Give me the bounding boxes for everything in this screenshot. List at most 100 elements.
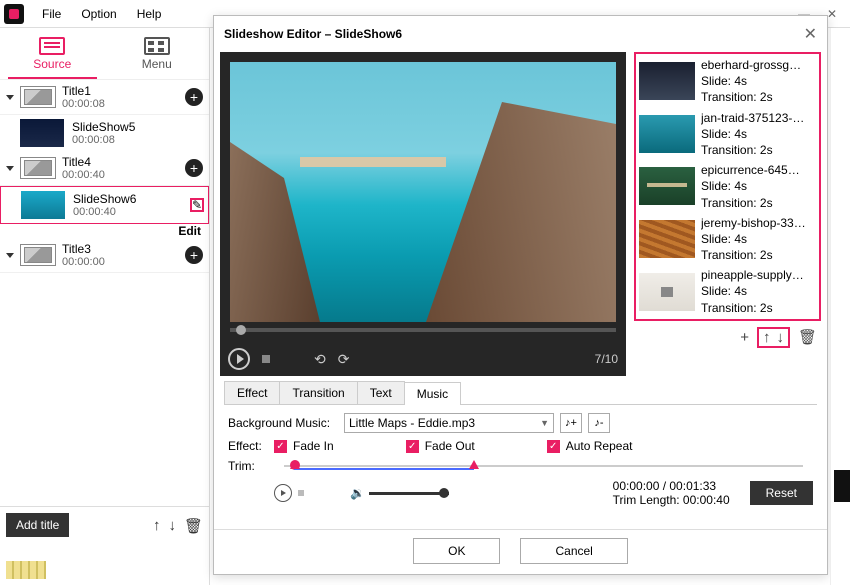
title-item[interactable]: Title1 00:00:08 + <box>0 80 209 115</box>
slide-filename: jan-traid-375123-u... <box>701 110 806 126</box>
add-title-button[interactable]: Add title <box>6 513 69 537</box>
stop-button[interactable] <box>262 355 270 363</box>
bg-music-label: Background Music: <box>228 416 338 430</box>
auto-repeat-label: Auto Repeat <box>566 439 633 453</box>
chevron-down-icon: ▼ <box>540 418 549 428</box>
menu-file[interactable]: File <box>32 3 71 25</box>
move-down-icon[interactable]: ↓ <box>168 517 176 535</box>
title-item[interactable]: Title3 00:00:00 + <box>0 238 209 273</box>
source-icon <box>39 37 65 55</box>
volume-slider[interactable] <box>369 492 449 495</box>
slide-row[interactable]: jan-traid-375123-u... Slide: 4s Transiti… <box>637 108 818 161</box>
remove-music-icon[interactable]: ♪- <box>588 413 610 433</box>
slide-duration: Slide: 4s <box>701 73 806 89</box>
slide-thumb <box>639 115 695 153</box>
close-icon[interactable]: ✕ <box>804 24 817 44</box>
slideshow-editor-dialog: Slideshow Editor – SlideShow6 ✕ ⟲ ⟳ 7/10 <box>213 15 828 575</box>
fade-out-checkbox[interactable] <box>406 440 419 453</box>
slide-duration: Slide: 4s <box>701 231 806 247</box>
player-controls: ⟲ ⟳ 7/10 <box>220 342 626 376</box>
bg-music-value: Little Maps - Eddie.mp3 <box>349 416 475 430</box>
title-time: 00:00:40 <box>62 169 179 181</box>
rotate-left-icon[interactable]: ⟲ <box>314 351 326 368</box>
slide-name: SlideShow5 <box>72 120 205 134</box>
slide-time: 00:00:40 <box>73 206 182 218</box>
ok-button[interactable]: OK <box>413 538 500 564</box>
move-up-icon[interactable]: ↑ <box>763 329 771 346</box>
tab-music[interactable]: Music <box>404 382 461 405</box>
slide-thumb <box>639 62 695 100</box>
slide-filename: eberhard-grossgast... <box>701 57 806 73</box>
slide-filename: pineapple-supply-co... <box>701 267 806 283</box>
chevron-down-icon[interactable] <box>6 166 14 171</box>
trim-slider[interactable] <box>284 465 803 467</box>
auto-repeat-checkbox[interactable] <box>547 440 560 453</box>
title-item[interactable]: Title4 00:00:40 + <box>0 151 209 186</box>
slide-filename: jeremy-bishop-3376... <box>701 215 806 231</box>
slide-thumb <box>639 273 695 311</box>
trash-icon[interactable]: 🗑 <box>798 328 817 346</box>
tab-menu[interactable]: Menu <box>105 28 210 79</box>
add-slide-icon[interactable]: + <box>740 329 749 346</box>
trim-label: Trim: <box>228 459 268 473</box>
fade-in-checkbox[interactable] <box>274 440 287 453</box>
menu-option[interactable]: Option <box>71 3 126 25</box>
tab-effect[interactable]: Effect <box>224 381 280 404</box>
left-footer: Add title ↑ ↓ 🗑 <box>0 506 209 585</box>
slide-child[interactable]: SlideShow5 00:00:08 <box>0 115 209 151</box>
bg-music-dropdown[interactable]: Little Maps - Eddie.mp3 ▼ <box>344 413 554 433</box>
slide-transition: Transition: 2s <box>701 300 806 316</box>
trash-icon[interactable]: 🗑 <box>184 517 203 535</box>
effect-label: Effect: <box>228 439 268 453</box>
slide-row[interactable]: pineapple-supply-co... Slide: 4s Transit… <box>637 265 818 318</box>
volume-icon[interactable]: 🔉 <box>350 486 365 500</box>
slide-duration: Slide: 4s <box>701 126 806 142</box>
tab-text[interactable]: Text <box>357 381 405 404</box>
fade-in-label: Fade In <box>293 439 334 453</box>
slide-child-selected[interactable]: SlideShow6 00:00:40 ✎ <box>0 186 209 224</box>
dialog-title: Slideshow Editor – SlideShow6 <box>224 27 402 41</box>
move-up-icon[interactable]: ↑ <box>153 517 161 535</box>
slide-row[interactable]: jeremy-bishop-3376... Slide: 4s Transiti… <box>637 213 818 266</box>
reset-button[interactable]: Reset <box>750 481 813 505</box>
add-icon[interactable]: + <box>185 88 203 106</box>
play-button[interactable] <box>228 348 250 370</box>
trim-time: 00:00:00 / 00:01:33 <box>613 479 730 493</box>
app-icon <box>4 4 24 24</box>
progress-bar[interactable] <box>230 328 616 332</box>
tab-transition[interactable]: Transition <box>279 381 357 404</box>
cancel-button[interactable]: Cancel <box>520 538 627 564</box>
slide-thumb <box>20 119 64 147</box>
tab-menu-label: Menu <box>142 57 172 71</box>
settings-panel: Effect Transition Text Music Background … <box>214 377 827 529</box>
timeline-strip[interactable] <box>6 561 46 579</box>
slide-row[interactable]: epicurrence-64531-... Slide: 4s Transiti… <box>637 160 818 213</box>
slide-counter: 7/10 <box>595 352 618 366</box>
slide-row[interactable]: eberhard-grossgast... Slide: 4s Transiti… <box>637 55 818 108</box>
add-icon[interactable]: + <box>185 159 203 177</box>
title-list: Title1 00:00:08 + SlideShow5 00:00:08 <box>0 80 209 506</box>
background-strip <box>834 470 850 502</box>
slide-time: 00:00:08 <box>72 134 205 146</box>
add-icon[interactable]: + <box>185 246 203 264</box>
trim-play-button[interactable] <box>274 484 292 502</box>
slides-toolbar: + ↑ ↓ 🗑 <box>634 321 821 354</box>
tab-source-label: Source <box>33 57 71 71</box>
rotate-right-icon[interactable]: ⟳ <box>338 351 350 368</box>
fade-out-label: Fade Out <box>425 439 475 453</box>
move-down-icon[interactable]: ↓ <box>776 329 784 346</box>
preview-image <box>230 62 616 322</box>
edit-icon[interactable]: ✎ <box>190 198 204 212</box>
slide-transition: Transition: 2s <box>701 195 806 211</box>
slide-transition: Transition: 2s <box>701 89 806 105</box>
tab-source[interactable]: Source <box>0 28 105 79</box>
trim-stop-button[interactable] <box>298 490 304 496</box>
add-music-icon[interactable]: ♪+ <box>560 413 582 433</box>
chevron-down-icon[interactable] <box>6 95 14 100</box>
title-time: 00:00:08 <box>62 98 179 110</box>
chevron-down-icon[interactable] <box>6 253 14 258</box>
slides-list: eberhard-grossgast... Slide: 4s Transiti… <box>634 52 821 321</box>
left-panel: Source Menu Title1 00:00:08 + <box>0 28 210 585</box>
slide-thumb <box>639 220 695 258</box>
menu-help[interactable]: Help <box>127 3 172 25</box>
